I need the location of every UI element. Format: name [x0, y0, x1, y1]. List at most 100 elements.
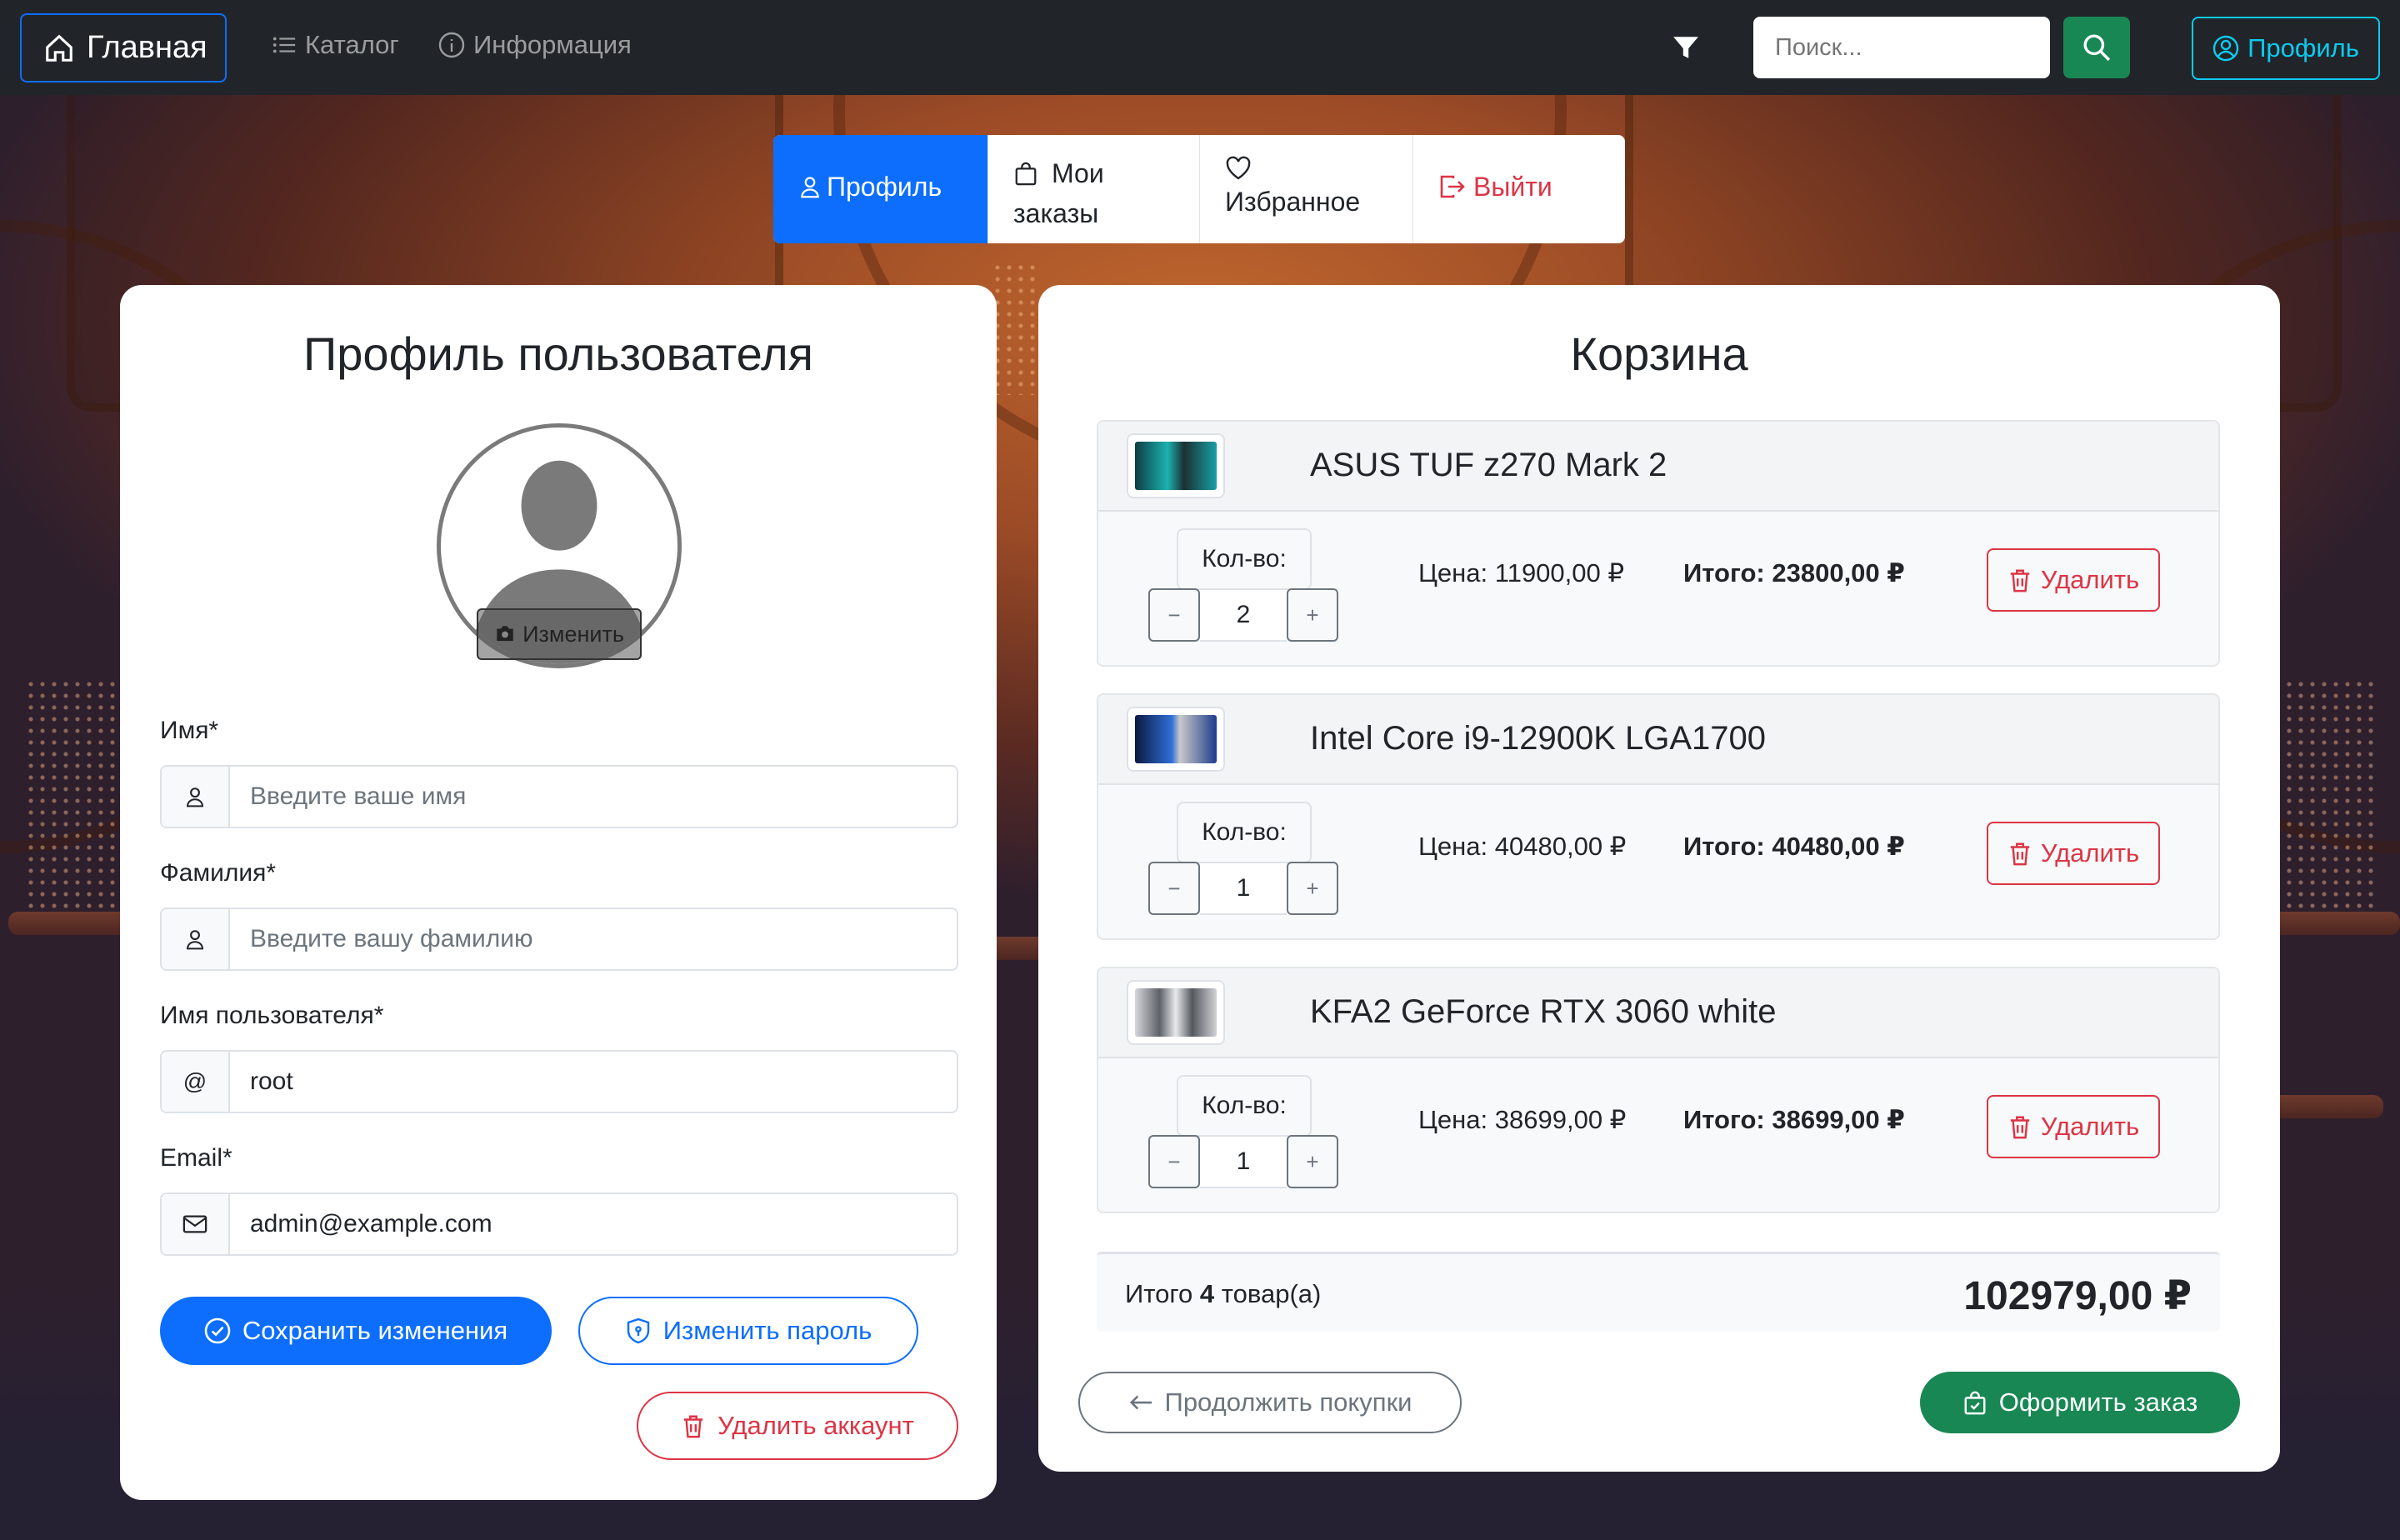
- item-price: Цена: 11900,00 ₽: [1418, 558, 1625, 588]
- change-avatar-button[interactable]: Изменить: [477, 608, 642, 660]
- tab-profile[interactable]: Профиль: [773, 135, 988, 243]
- house-icon: [46, 34, 72, 62]
- info-link[interactable]: Информация: [438, 30, 632, 60]
- summary-suffix: товар(а): [1221, 1279, 1322, 1308]
- continue-shopping-button[interactable]: Продолжить покупки: [1078, 1372, 1462, 1433]
- email-field[interactable]: admin@example.com: [160, 1192, 958, 1256]
- navbar: Главная Каталог Информация Профиль: [0, 0, 2400, 95]
- qty-value[interactable]: 2: [1200, 588, 1287, 642]
- quantity-stepper: − 1 +: [1148, 1135, 1338, 1188]
- bag-icon: [1015, 162, 1037, 186]
- item-price: Цена: 40480,00 ₽: [1418, 832, 1627, 861]
- list-icon: [272, 37, 296, 53]
- product-thumbnail: [1127, 707, 1225, 772]
- increment-button[interactable]: +: [1287, 588, 1338, 642]
- trash-icon: [2010, 1116, 2030, 1139]
- summary-count-text: Итого 4 товар(а): [1125, 1279, 1321, 1309]
- at-sign-icon: @: [162, 1052, 230, 1112]
- person-icon: [162, 767, 230, 827]
- delete-item-label: Удалить: [2040, 565, 2140, 594]
- person-icon: [801, 177, 819, 198]
- delete-item-button[interactable]: Удалить: [1987, 822, 2160, 885]
- item-total: Итого: 40480,00 ₽: [1683, 832, 1905, 861]
- change-avatar-label: Изменить: [522, 621, 624, 647]
- last-name-placeholder: Введите вашу фамилию: [250, 925, 533, 952]
- search-input[interactable]: [1753, 17, 2050, 78]
- tab-favorites-label: Избранное: [1225, 187, 1361, 217]
- product-thumbnail: [1127, 980, 1225, 1045]
- first-name-field[interactable]: Введите ваше имя: [160, 765, 958, 828]
- summary-count: 4: [1199, 1279, 1215, 1308]
- info-label: Информация: [473, 30, 632, 59]
- cart-item: KFA2 GeForce RTX 3060 white Кол-во: − 1 …: [1097, 967, 2220, 1213]
- decrement-button[interactable]: −: [1148, 588, 1200, 642]
- email-value: admin@example.com: [250, 1210, 492, 1238]
- shield-lock-icon: [627, 1318, 649, 1344]
- cart-item-header: ASUS TUF z270 Mark 2: [1098, 422, 2218, 512]
- qty-label: Кол-во:: [1177, 802, 1312, 863]
- profile-button[interactable]: Профиль: [2192, 17, 2380, 80]
- tab-orders[interactable]: Мои заказы: [988, 135, 1200, 243]
- item-price: Цена: 38699,00 ₽: [1418, 1105, 1627, 1134]
- change-password-button[interactable]: Изменить пароль: [578, 1297, 918, 1365]
- decrement-button[interactable]: −: [1148, 862, 1200, 915]
- heart-icon: [1226, 156, 1251, 180]
- change-password-label: Изменить пароль: [662, 1316, 872, 1345]
- search-button[interactable]: [2063, 17, 2130, 78]
- delete-account-button[interactable]: Удалить аккаунт: [637, 1392, 958, 1460]
- arrow-left-icon: [1129, 1395, 1152, 1410]
- qty-label: Кол-во:: [1177, 528, 1312, 590]
- username-field[interactable]: @ root: [160, 1050, 958, 1113]
- decrement-button[interactable]: −: [1148, 1135, 1200, 1188]
- checkout-button[interactable]: Оформить заказ: [1920, 1372, 2240, 1433]
- last-name-field[interactable]: Введите вашу фамилию: [160, 908, 958, 971]
- tab-favorites[interactable]: Избранное: [1200, 135, 1413, 243]
- profile-title: Профиль пользователя: [303, 328, 813, 380]
- delete-item-label: Удалить: [2040, 838, 2140, 868]
- product-thumbnail: [1127, 433, 1225, 498]
- home-link[interactable]: Главная: [20, 13, 227, 82]
- camera-icon: [497, 626, 513, 642]
- profile-tabs: Профиль Мои заказы Избранное Выйти: [773, 135, 1625, 243]
- info-circle-icon: [438, 32, 465, 58]
- delete-item-button[interactable]: Удалить: [1987, 548, 2160, 612]
- qty-value[interactable]: 1: [1200, 1135, 1287, 1188]
- last-name-label: Фамилия*: [160, 859, 277, 887]
- filter-icon[interactable]: [1672, 33, 1700, 62]
- grand-total: 102979,00 ₽: [1963, 1274, 2192, 1318]
- cart-summary: Итого 4 товар(а) 102979,00 ₽: [1097, 1252, 2220, 1332]
- cart-item-header: Intel Core i9-12900K LGA1700: [1098, 695, 2218, 785]
- person-circle-icon: [2212, 35, 2239, 62]
- cart-item: Intel Core i9-12900K LGA1700 Кол-во: − 1…: [1097, 693, 2220, 940]
- increment-button[interactable]: +: [1287, 862, 1338, 915]
- trash-icon: [2010, 569, 2030, 592]
- delete-item-label: Удалить: [2040, 1112, 2140, 1141]
- search-icon: [2083, 34, 2111, 62]
- delete-item-button[interactable]: Удалить: [1987, 1095, 2160, 1158]
- product-name: ASUS TUF z270 Mark 2: [1310, 447, 1668, 483]
- box-arrow-right-icon: [1440, 175, 1465, 198]
- profile-label: Профиль: [2248, 33, 2359, 62]
- trash-icon: [683, 1415, 703, 1438]
- bag-check-icon: [1964, 1391, 1986, 1415]
- brand-label: Главная: [87, 30, 208, 65]
- save-changes-button[interactable]: Сохранить изменения: [160, 1297, 552, 1365]
- item-total: Итого: 23800,00 ₽: [1683, 558, 1905, 588]
- check-circle-icon: [204, 1318, 231, 1344]
- increment-button[interactable]: +: [1287, 1135, 1338, 1188]
- save-changes-label: Сохранить изменения: [242, 1316, 508, 1345]
- cart-title: Корзина: [1570, 328, 1748, 380]
- catalog-label: Каталог: [305, 30, 399, 59]
- catalog-link[interactable]: Каталог: [272, 30, 399, 60]
- continue-shopping-label: Продолжить покупки: [1164, 1388, 1412, 1417]
- product-name: KFA2 GeForce RTX 3060 white: [1310, 993, 1777, 1030]
- username-label: Имя пользователя*: [160, 1002, 384, 1029]
- qty-value[interactable]: 1: [1200, 862, 1287, 915]
- email-label: Email*: [160, 1144, 232, 1172]
- quantity-stepper: − 1 +: [1148, 862, 1338, 915]
- checkout-label: Оформить заказ: [1998, 1388, 2198, 1417]
- quantity-stepper: − 2 +: [1148, 588, 1338, 642]
- delete-account-label: Удалить аккаунт: [718, 1411, 914, 1440]
- first-name-label: Имя*: [160, 717, 219, 744]
- tab-logout[interactable]: Выйти: [1413, 135, 1625, 243]
